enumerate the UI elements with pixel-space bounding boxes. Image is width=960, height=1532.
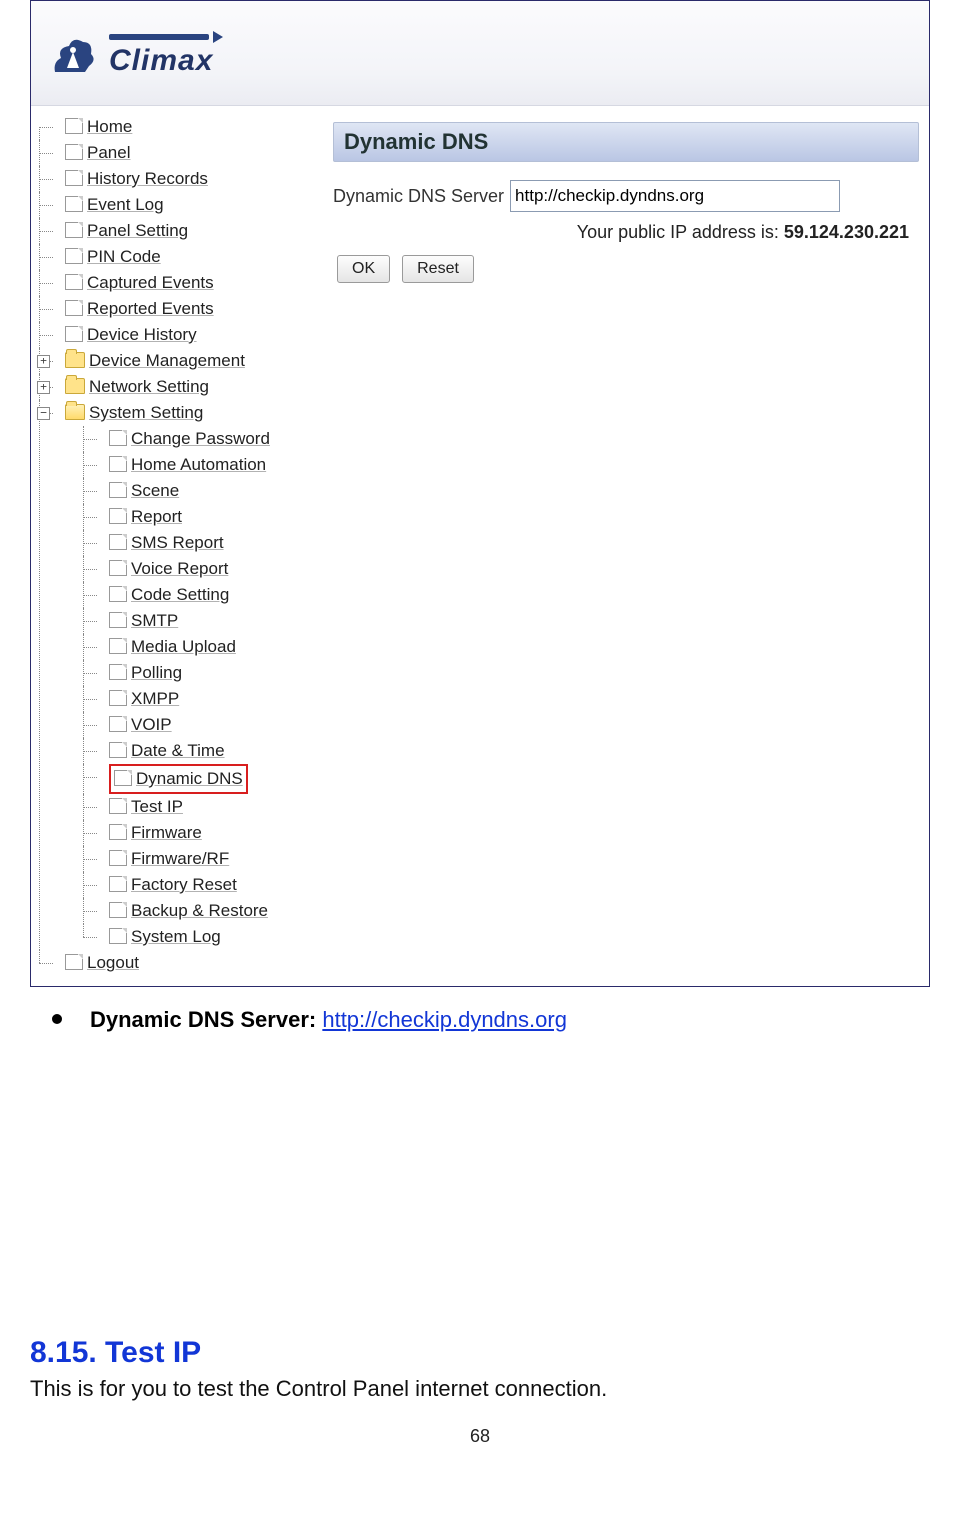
bullet-icon (52, 1014, 62, 1024)
nav-panel[interactable]: Panel (39, 140, 315, 166)
file-icon (65, 144, 83, 160)
nav-system-log[interactable]: System Log (83, 924, 315, 950)
file-icon (109, 824, 127, 840)
nav-firmware-rf[interactable]: Firmware/RF (83, 846, 315, 872)
nav-captured-events[interactable]: Captured Events (39, 270, 315, 296)
nav-code-setting[interactable]: Code Setting (83, 582, 315, 608)
panel-title: Dynamic DNS (333, 122, 919, 162)
file-icon (109, 850, 127, 866)
reset-button[interactable]: Reset (402, 255, 474, 283)
file-icon (109, 534, 127, 550)
file-icon (109, 798, 127, 814)
file-icon (109, 902, 127, 918)
public-ip-value: 59.124.230.221 (784, 222, 909, 242)
file-icon (109, 560, 127, 576)
file-icon (109, 612, 127, 628)
nav-panel-setting[interactable]: Panel Setting (39, 218, 315, 244)
screenshot-frame: Climax Home Panel History Records Event … (30, 0, 930, 987)
file-icon (109, 742, 127, 758)
dns-server-input[interactable] (510, 180, 840, 212)
file-icon (109, 690, 127, 706)
logo-icon (49, 32, 97, 80)
nav-factory-reset[interactable]: Factory Reset (83, 872, 315, 898)
nav-logout[interactable]: Logout (39, 950, 315, 976)
nav-polling[interactable]: Polling (83, 660, 315, 686)
nav-device-history[interactable]: Device History (39, 322, 315, 348)
collapse-icon[interactable]: − (37, 407, 50, 420)
nav-pin-code[interactable]: PIN Code (39, 244, 315, 270)
doc-bullet: Dynamic DNS Server: http://checkip.dyndn… (52, 1005, 930, 1036)
file-icon (65, 196, 83, 212)
file-icon (65, 274, 83, 290)
file-icon (65, 118, 83, 134)
nav-date-time[interactable]: Date & Time (83, 738, 315, 764)
file-icon (109, 716, 127, 732)
public-ip-line: Your public IP address is: 59.124.230.22… (333, 222, 919, 243)
logo-text: Climax (109, 44, 213, 78)
nav-sms-report[interactable]: SMS Report (83, 530, 315, 556)
nav-voice-report[interactable]: Voice Report (83, 556, 315, 582)
file-icon (109, 638, 127, 654)
file-icon (65, 954, 83, 970)
file-icon (109, 482, 127, 498)
expand-icon[interactable]: + (37, 381, 50, 394)
section-heading: 8.15. Test IP (30, 1336, 930, 1370)
nav-change-password[interactable]: Change Password (83, 426, 315, 452)
file-icon (109, 876, 127, 892)
nav-report[interactable]: Report (83, 504, 315, 530)
page-number: 68 (30, 1426, 930, 1447)
section-body: This is for you to test the Control Pane… (30, 1376, 930, 1402)
nav-network-setting[interactable]: + Network Setting (39, 374, 315, 400)
public-ip-label: Your public IP address is: (577, 222, 779, 242)
header-bar: Climax (31, 1, 929, 106)
file-icon (109, 430, 127, 446)
file-icon (109, 664, 127, 680)
nav-firmware[interactable]: Firmware (83, 820, 315, 846)
file-icon (114, 770, 132, 786)
bullet-label: Dynamic DNS Server: (90, 1007, 316, 1032)
file-icon (109, 928, 127, 944)
dns-server-label: Dynamic DNS Server (333, 186, 504, 207)
nav-history-records[interactable]: History Records (39, 166, 315, 192)
nav-system-setting[interactable]: − System Setting Change Password Home Au… (39, 400, 315, 950)
nav-home[interactable]: Home (39, 114, 315, 140)
nav-scene[interactable]: Scene (83, 478, 315, 504)
folder-open-icon (65, 404, 85, 420)
file-icon (109, 456, 127, 472)
file-icon (65, 326, 83, 342)
folder-icon (65, 352, 85, 368)
file-icon (65, 170, 83, 186)
nav-backup-restore[interactable]: Backup & Restore (83, 898, 315, 924)
file-icon (109, 508, 127, 524)
file-icon (65, 248, 83, 264)
file-icon (109, 586, 127, 602)
nav-xmpp[interactable]: XMPP (83, 686, 315, 712)
nav-media-upload[interactable]: Media Upload (83, 634, 315, 660)
expand-icon[interactable]: + (37, 355, 50, 368)
nav-event-log[interactable]: Event Log (39, 192, 315, 218)
file-icon (65, 300, 83, 316)
nav-voip[interactable]: VOIP (83, 712, 315, 738)
nav-home-automation[interactable]: Home Automation (83, 452, 315, 478)
folder-icon (65, 378, 85, 394)
ok-button[interactable]: OK (337, 255, 390, 283)
nav-smtp[interactable]: SMTP (83, 608, 315, 634)
bullet-link[interactable]: http://checkip.dyndns.org (322, 1007, 567, 1032)
content-panel: Dynamic DNS Dynamic DNS Server Your publ… (319, 106, 929, 986)
file-icon (65, 222, 83, 238)
nav-tree: Home Panel History Records Event Log Pan… (31, 106, 319, 986)
nav-reported-events[interactable]: Reported Events (39, 296, 315, 322)
nav-dynamic-dns[interactable]: Dynamic DNS (83, 764, 315, 794)
nav-test-ip[interactable]: Test IP (83, 794, 315, 820)
nav-device-management[interactable]: + Device Management (39, 348, 315, 374)
